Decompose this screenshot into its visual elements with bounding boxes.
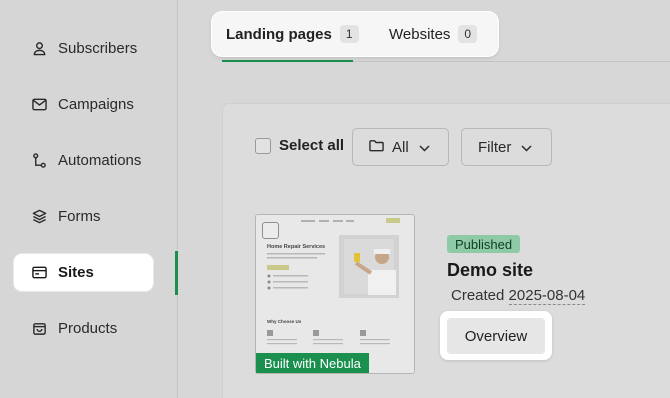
folder-icon: [369, 139, 384, 156]
count-badge: 0: [458, 25, 478, 43]
sidebar-item-subscribers[interactable]: Subscribers: [14, 30, 153, 67]
tab-landing-pages[interactable]: Landing pages 1: [226, 12, 359, 56]
sidebar-item-sites[interactable]: Sites: [14, 254, 153, 291]
svg-text:Why Choose Us: Why Choose Us: [267, 319, 302, 324]
browser-icon: [31, 265, 47, 281]
tab-websites[interactable]: Websites 0: [389, 12, 478, 56]
filter-dropdown[interactable]: Filter: [461, 128, 552, 166]
active-tab-underline: [222, 60, 353, 62]
folder-filter-dropdown[interactable]: All: [352, 128, 449, 166]
overview-button[interactable]: Overview: [447, 318, 545, 354]
created-info: Created 2025-08-04: [451, 287, 586, 305]
sidebar-item-automations[interactable]: Automations: [14, 142, 153, 179]
select-all-checkbox[interactable]: [255, 138, 271, 154]
sidebar-item-label: Automations: [58, 152, 142, 169]
sidebar-item-forms[interactable]: Forms: [14, 198, 153, 235]
sidebar-item-products[interactable]: Products: [14, 310, 153, 347]
created-date: 2025-08-04: [508, 287, 586, 305]
site-thumbnail[interactable]: Home Repair Services Why Choose Us: [255, 214, 415, 374]
tab-label: Websites: [389, 25, 451, 43]
chevron-down-icon: [419, 139, 430, 156]
workflow-icon: [31, 153, 47, 169]
svg-text:Home Repair Services: Home Repair Services: [267, 244, 325, 250]
sidebar: Subscribers Campaigns Automations Forms …: [0, 0, 178, 398]
built-with-badge: Built with Nebula: [256, 353, 369, 373]
tabs-bar: Landing pages 1 Websites 0: [212, 12, 498, 56]
chevron-down-icon: [521, 139, 532, 156]
sidebar-item-campaigns[interactable]: Campaigns: [14, 86, 153, 123]
select-all-label[interactable]: Select all: [279, 137, 344, 154]
tab-label: Landing pages: [226, 25, 332, 43]
mail-icon: [31, 97, 47, 113]
status-badge: Published: [447, 235, 521, 253]
count-badge: 1: [339, 25, 359, 43]
created-label: Created: [451, 287, 505, 304]
folder-filter-label: All: [392, 138, 409, 156]
user-icon: [31, 41, 47, 57]
bag-icon: [31, 321, 47, 337]
sidebar-item-label: Subscribers: [58, 40, 138, 57]
layers-icon: [31, 209, 47, 225]
sidebar-item-label: Sites: [58, 264, 94, 281]
sidebar-item-label: Campaigns: [58, 96, 134, 113]
site-select-checkbox[interactable]: [262, 222, 279, 239]
site-title[interactable]: Demo site: [447, 260, 533, 281]
sidebar-item-label: Products: [58, 320, 118, 337]
sidebar-item-label: Forms: [58, 208, 101, 225]
filter-label: Filter: [478, 138, 512, 156]
